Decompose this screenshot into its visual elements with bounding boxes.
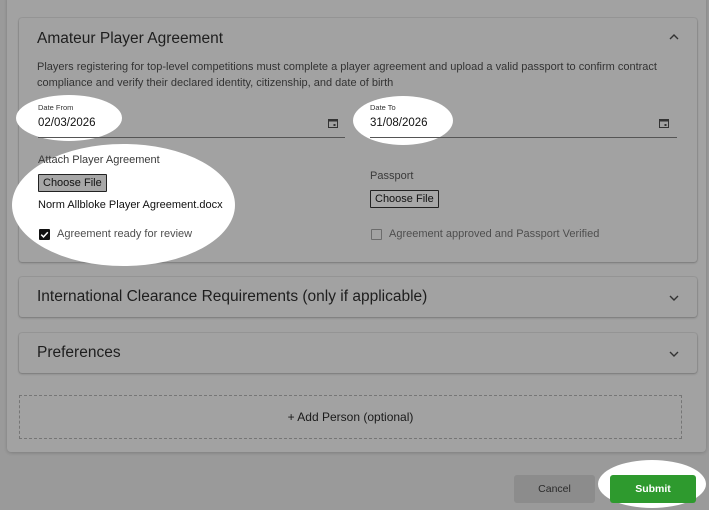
add-person-button[interactable]: + Add Person (optional) xyxy=(19,395,682,439)
checkmark-icon xyxy=(40,231,49,238)
date-from-field[interactable]: 02/03/2026 xyxy=(38,117,96,129)
calendar-icon[interactable] xyxy=(659,118,669,128)
calendar-icon[interactable] xyxy=(328,118,338,128)
agreement-ready-checkbox[interactable] xyxy=(39,229,50,240)
agreement-ready-label: Agreement ready for review xyxy=(57,228,193,240)
date-to-label: Date To xyxy=(370,103,396,112)
agreement-approved-checkbox[interactable] xyxy=(371,229,382,240)
preferences-title: Preferences xyxy=(37,344,121,361)
chevron-down-icon[interactable] xyxy=(667,347,681,361)
passport-choose-file-button[interactable]: Choose File xyxy=(370,190,439,208)
attach-agreement-label: Attach Player Agreement xyxy=(38,154,160,166)
player-agreement-description: Players registering for top-level compet… xyxy=(37,61,657,89)
preferences-panel[interactable]: Preferences xyxy=(19,333,697,373)
passport-label: Passport xyxy=(370,170,414,182)
date-from-underline xyxy=(38,137,345,138)
date-to-field[interactable]: 31/08/2026 xyxy=(370,117,428,129)
date-from-label: Date From xyxy=(38,103,74,112)
agreement-approved-label: Agreement approved and Passport Verified xyxy=(389,228,600,240)
date-to-underline xyxy=(370,137,677,138)
chevron-up-icon[interactable] xyxy=(667,30,681,44)
agreement-choose-file-button[interactable]: Choose File xyxy=(38,174,107,192)
player-agreement-title: Amateur Player Agreement xyxy=(37,30,224,47)
cancel-button[interactable]: Cancel xyxy=(514,475,595,503)
submit-button[interactable]: Submit xyxy=(610,475,696,503)
chevron-down-icon[interactable] xyxy=(667,291,681,305)
international-clearance-panel[interactable]: International Clearance Requirements (on… xyxy=(19,277,697,317)
agreement-file-name: Norm Allbloke Player Agreement.docx xyxy=(38,199,223,211)
international-clearance-title: International Clearance Requirements (on… xyxy=(37,288,428,305)
